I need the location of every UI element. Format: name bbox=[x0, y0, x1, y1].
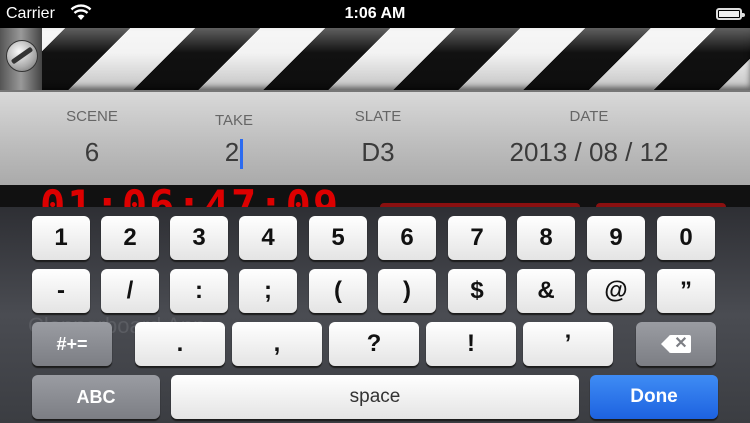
numeric-keyboard: Clapperboard App 1 2 3 4 5 6 7 8 9 0 - /… bbox=[0, 207, 750, 423]
scene-label: SCENE bbox=[66, 108, 118, 125]
key-9[interactable]: 9 bbox=[587, 216, 645, 260]
backspace-icon: ✕ bbox=[661, 334, 691, 354]
date-field[interactable]: DATE 2013 / 08 / 12 bbox=[484, 92, 694, 168]
key-colon[interactable]: : bbox=[170, 269, 228, 313]
key-exclamation[interactable]: ! bbox=[426, 322, 516, 366]
take-value-wrap: 2 bbox=[196, 137, 272, 170]
key-1[interactable]: 1 bbox=[32, 216, 90, 260]
clapper-shine bbox=[0, 28, 750, 90]
status-bar: Carrier 1:06 AM bbox=[0, 0, 750, 28]
slate-value: D3 bbox=[361, 137, 395, 167]
key-quote[interactable]: ” bbox=[657, 269, 715, 313]
key-7[interactable]: 7 bbox=[448, 216, 506, 260]
take-value: 2 bbox=[224, 137, 240, 167]
key-symbols[interactable]: #+= bbox=[32, 322, 112, 366]
key-apostrophe[interactable]: ’ bbox=[523, 322, 613, 366]
status-time: 1:06 AM bbox=[344, 5, 406, 22]
key-ampersand[interactable]: & bbox=[517, 269, 575, 313]
key-at[interactable]: @ bbox=[587, 269, 645, 313]
text-caret bbox=[240, 139, 244, 170]
space-key[interactable]: space bbox=[171, 375, 579, 419]
screw-icon bbox=[6, 40, 38, 72]
key-open-paren[interactable]: ( bbox=[309, 269, 367, 313]
key-4[interactable]: 4 bbox=[239, 216, 297, 260]
slate-info-panel: SCENE 6 TAKE 2 SLATE D3 DATE 2013 / 08 /… bbox=[0, 90, 750, 187]
key-dollar[interactable]: $ bbox=[448, 269, 506, 313]
scene-field[interactable]: SCENE 6 bbox=[50, 92, 134, 168]
abc-key[interactable]: ABC bbox=[32, 375, 160, 419]
key-5[interactable]: 5 bbox=[309, 216, 367, 260]
key-hyphen[interactable]: - bbox=[32, 269, 90, 313]
done-key[interactable]: Done bbox=[590, 375, 718, 419]
key-slash[interactable]: / bbox=[101, 269, 159, 313]
take-field[interactable]: TAKE 2 bbox=[196, 92, 272, 170]
key-semicolon[interactable]: ; bbox=[239, 269, 297, 313]
key-3[interactable]: 3 bbox=[170, 216, 228, 260]
key-question[interactable]: ? bbox=[329, 322, 419, 366]
date-value: 2013 / 08 / 12 bbox=[509, 137, 669, 167]
key-8[interactable]: 8 bbox=[517, 216, 575, 260]
battery-icon bbox=[716, 8, 745, 20]
key-comma[interactable]: , bbox=[232, 322, 322, 366]
key-6[interactable]: 6 bbox=[378, 216, 436, 260]
clapper-stick[interactable] bbox=[0, 28, 750, 90]
key-close-paren[interactable]: ) bbox=[378, 269, 436, 313]
key-0[interactable]: 0 bbox=[657, 216, 715, 260]
key-period[interactable]: . bbox=[135, 322, 225, 366]
clapper-hinge bbox=[0, 28, 42, 90]
backspace-key[interactable]: ✕ bbox=[636, 322, 716, 366]
slate-label: SLATE bbox=[354, 108, 402, 125]
date-label: DATE bbox=[569, 108, 609, 125]
take-label: TAKE bbox=[214, 112, 254, 129]
key-2[interactable]: 2 bbox=[101, 216, 159, 260]
slate-field[interactable]: SLATE D3 bbox=[336, 92, 420, 168]
scene-value: 6 bbox=[84, 137, 100, 167]
